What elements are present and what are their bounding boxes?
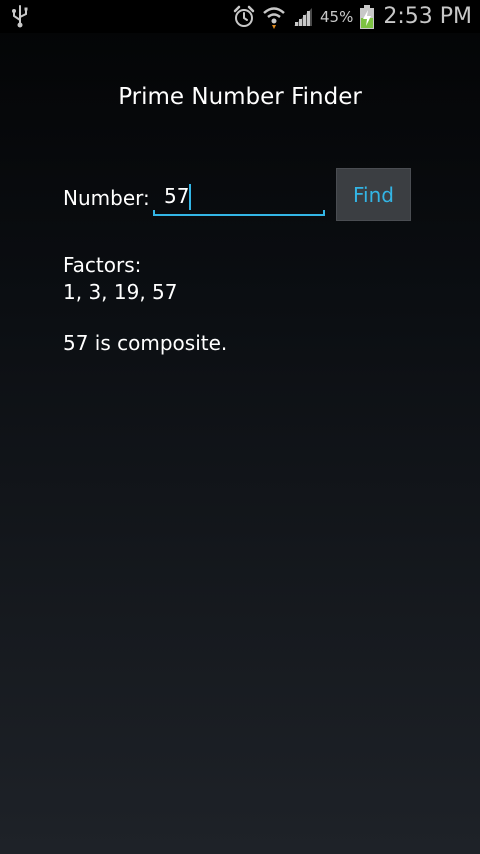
text-cursor	[189, 184, 191, 210]
wifi-icon	[263, 6, 285, 29]
input-underline-left-tick	[153, 210, 155, 216]
status-bar: 45% 2:53 PM	[0, 0, 480, 33]
factors-label: Factors:	[63, 253, 142, 277]
number-input-field[interactable]	[153, 178, 325, 218]
find-button[interactable]: Find	[336, 168, 411, 221]
usb-icon	[12, 5, 28, 28]
alarm-icon	[233, 5, 255, 27]
battery-percent: 45%	[320, 7, 354, 26]
status-icons: 45% 2:53 PM	[232, 0, 472, 33]
signal-icon	[294, 7, 312, 26]
input-underline	[153, 214, 325, 216]
number-label: Number:	[63, 186, 150, 210]
number-input[interactable]	[153, 178, 325, 214]
factors-list: 1, 3, 19, 57	[63, 280, 178, 304]
input-underline-right-tick	[323, 210, 325, 216]
status-time: 2:53 PM	[383, 4, 472, 29]
result-text: 57 is composite.	[63, 331, 228, 355]
battery-charging-icon	[360, 4, 375, 29]
app-title: Prime Number Finder	[118, 84, 362, 110]
